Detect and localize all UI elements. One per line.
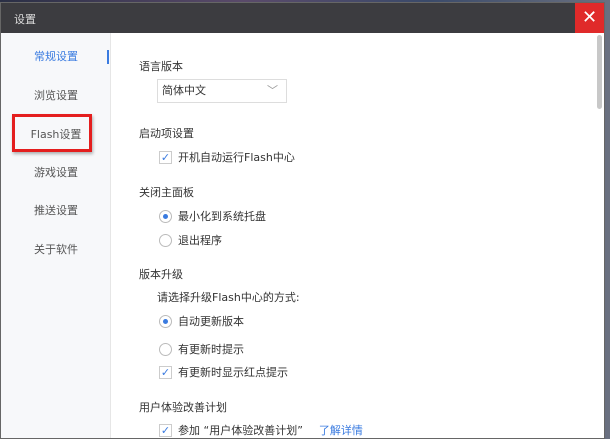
upgrade-prompt: 请选择升级Flash中心的方式:	[157, 291, 300, 304]
radio-minimize-tray[interactable]: 最小化到系统托盘	[159, 208, 266, 224]
title-bar[interactable]: 设置 ✕	[1, 3, 604, 33]
learn-more-link[interactable]: 了解详情	[319, 422, 363, 438]
settings-window: 设置 ✕ 常规设置 浏览设置 Flash设置 游戏设置 推送设置 关于软件 语言…	[0, 2, 605, 439]
language-value: 简体中文	[162, 84, 206, 97]
autostart-label: 开机自动运行Flash中心	[178, 151, 295, 164]
radio-exit-program[interactable]: 退出程序	[159, 232, 222, 248]
sidebar-item-general[interactable]: 常规设置	[1, 47, 111, 67]
checkbox-checked-icon: ✓	[159, 365, 172, 379]
autostart-checkbox[interactable]: ✓ 开机自动运行Flash中心	[159, 149, 295, 165]
radio-notify-update[interactable]: 有更新时提示	[159, 341, 244, 357]
sidebar-item-push[interactable]: 推送设置	[1, 201, 111, 221]
red-dot-label: 有更新时显示红点提示	[178, 366, 288, 379]
sidebar-item-about[interactable]: 关于软件	[1, 240, 111, 260]
ux-join-label: 参加 “用户体验改善计划”	[178, 424, 303, 437]
highlight-box	[12, 114, 92, 152]
radio-unselected-icon	[159, 342, 172, 356]
radio-selected-icon	[159, 209, 172, 223]
radio-auto-update[interactable]: 自动更新版本	[159, 313, 244, 329]
language-heading: 语言版本	[139, 60, 183, 73]
checkbox-checked-icon: ✓	[159, 423, 172, 437]
language-select[interactable]: 简体中文 ﹀	[157, 79, 287, 103]
sidebar-item-browse[interactable]: 浏览设置	[1, 86, 111, 106]
radio-label: 退出程序	[178, 234, 222, 247]
close-panel-heading: 关闭主面板	[139, 186, 194, 199]
radio-label: 有更新时提示	[178, 343, 244, 356]
sidebar-item-games[interactable]: 游戏设置	[1, 163, 111, 183]
ux-heading: 用户体验改善计划	[139, 401, 227, 414]
scrollbar-thumb[interactable]	[597, 35, 602, 109]
chevron-down-icon: ﹀	[267, 84, 278, 97]
ux-join-checkbox[interactable]: ✓ 参加 “用户体验改善计划” 了解详情	[159, 422, 363, 438]
radio-label: 最小化到系统托盘	[178, 210, 266, 223]
window-title: 设置	[14, 13, 36, 26]
radio-label: 自动更新版本	[178, 315, 244, 328]
red-dot-checkbox[interactable]: ✓ 有更新时显示红点提示	[159, 364, 288, 380]
radio-unselected-icon	[159, 233, 172, 247]
upgrade-heading: 版本升级	[139, 268, 183, 281]
settings-content: 语言版本 简体中文 ﹀ 启动项设置 ✓ 开机自动运行Flash中心 关闭主面板 最…	[112, 33, 594, 438]
checkbox-checked-icon: ✓	[159, 150, 172, 164]
sidebar: 常规设置 浏览设置 Flash设置 游戏设置 推送设置 关于软件	[1, 33, 111, 438]
close-button[interactable]: ✕	[575, 3, 604, 33]
startup-heading: 启动项设置	[139, 127, 194, 140]
radio-selected-icon	[159, 314, 172, 328]
